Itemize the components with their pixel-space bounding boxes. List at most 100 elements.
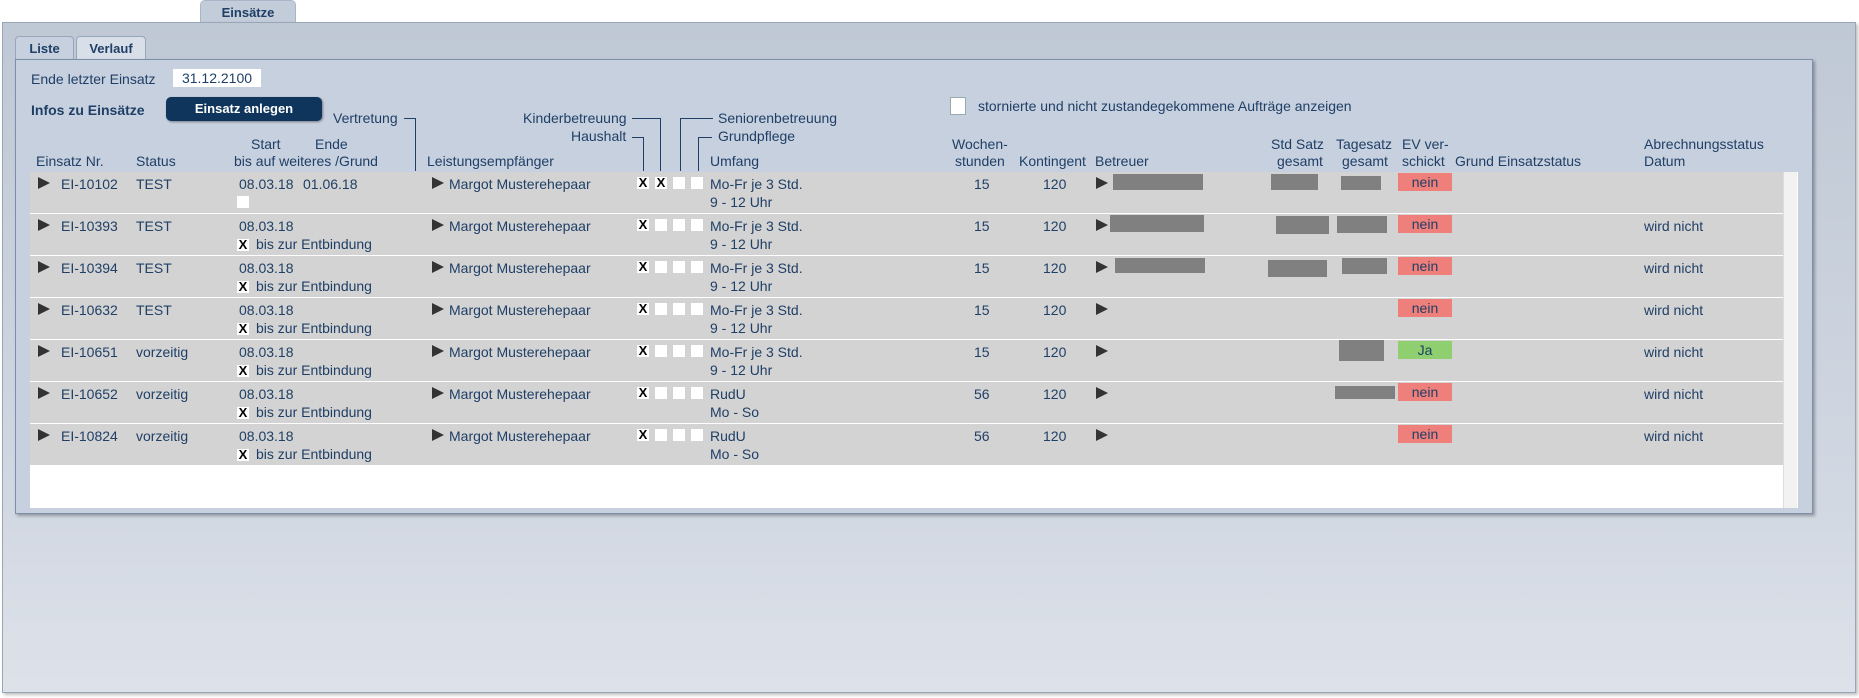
kontingent: 120	[1043, 302, 1067, 318]
table-row[interactable]: EI-10824 vorzeitig 08.03.18 X bis zur En…	[30, 424, 1783, 466]
table-row[interactable]: EI-10652 vorzeitig 08.03.18 X bis zur En…	[30, 382, 1783, 424]
ende-letzter-einsatz-value: 31.12.2100	[173, 69, 261, 87]
grund-checkbox[interactable]	[237, 196, 249, 208]
grund-checkbox[interactable]: X	[237, 280, 249, 293]
haushalt-checkbox[interactable]	[673, 303, 685, 315]
haushalt-checkbox[interactable]	[673, 261, 685, 273]
einsatz-nr[interactable]: EI-10824	[61, 428, 118, 444]
expand-betreuer-icon[interactable]	[1096, 344, 1108, 360]
expand-empfaenger-icon[interactable]	[432, 176, 444, 192]
kinderbetreuung-checkbox[interactable]: X	[637, 218, 649, 231]
table-row[interactable]: EI-10632 TEST 08.03.18 X bis zur Entbind…	[30, 298, 1783, 340]
grund-checkbox[interactable]: X	[237, 448, 249, 461]
redacted-tagessatz	[1339, 340, 1384, 361]
expand-row-icon[interactable]	[38, 260, 50, 276]
leistungsempfaenger[interactable]: Margot Musterehepaar	[449, 176, 591, 192]
expand-betreuer-icon[interactable]	[1096, 302, 1108, 318]
haushalt-checkbox[interactable]	[673, 345, 685, 357]
abrechnungsstatus: wird nicht	[1644, 386, 1704, 402]
haushalt-checkbox[interactable]	[673, 429, 685, 441]
expand-row-icon[interactable]	[38, 344, 50, 360]
tab-liste[interactable]: Liste	[15, 36, 74, 60]
table-row[interactable]: EI-10394 TEST 08.03.18 X bis zur Entbind…	[30, 256, 1783, 298]
einsatz-nr[interactable]: EI-10394	[61, 260, 118, 276]
grundpflege-checkbox[interactable]	[691, 303, 703, 315]
vertretung-checkbox[interactable]	[655, 429, 667, 441]
kontingent: 120	[1043, 344, 1067, 360]
grundpflege-checkbox[interactable]	[691, 387, 703, 399]
grundpflege-checkbox[interactable]	[691, 177, 703, 189]
expand-betreuer-icon[interactable]	[1096, 218, 1108, 234]
table-row[interactable]: EI-10651 vorzeitig 08.03.18 X bis zur En…	[30, 340, 1783, 382]
expand-row-icon[interactable]	[38, 176, 50, 192]
expand-empfaenger-icon[interactable]	[432, 344, 444, 360]
expand-empfaenger-icon[interactable]	[432, 386, 444, 402]
status: TEST	[136, 176, 172, 192]
table-row[interactable]: EI-10393 TEST 08.03.18 X bis zur Entbind…	[30, 214, 1783, 256]
einsatz-nr[interactable]: EI-10651	[61, 344, 118, 360]
kinderbetreuung-checkbox[interactable]: X	[637, 176, 649, 189]
grund-checkbox[interactable]: X	[237, 238, 249, 251]
header-kinderbetreuung: Kinderbetreuung	[523, 110, 627, 126]
kinderbetreuung-checkbox[interactable]: X	[637, 302, 649, 315]
expand-empfaenger-icon[interactable]	[432, 260, 444, 276]
vertretung-checkbox[interactable]	[655, 345, 667, 357]
einsatz-nr[interactable]: EI-10632	[61, 302, 118, 318]
haushalt-checkbox[interactable]	[673, 177, 685, 189]
leistungsempfaenger[interactable]: Margot Musterehepaar	[449, 428, 591, 444]
expand-empfaenger-icon[interactable]	[432, 428, 444, 444]
redacted-tagessatz	[1337, 216, 1387, 233]
table-row[interactable]: EI-10102 TEST 08.03.18 01.06.18 Margot M…	[30, 172, 1783, 214]
kinderbetreuung-checkbox[interactable]: X	[637, 428, 649, 441]
expand-row-icon[interactable]	[38, 218, 50, 234]
leistungsempfaenger[interactable]: Margot Musterehepaar	[449, 260, 591, 276]
expand-row-icon[interactable]	[38, 386, 50, 402]
expand-betreuer-icon[interactable]	[1096, 428, 1108, 444]
grund-checkbox[interactable]: X	[237, 322, 249, 335]
expand-empfaenger-icon[interactable]	[432, 302, 444, 318]
grund-checkbox[interactable]: X	[237, 406, 249, 419]
kinderbetreuung-checkbox[interactable]: X	[637, 260, 649, 273]
grundpflege-checkbox[interactable]	[691, 219, 703, 231]
expand-row-icon[interactable]	[38, 302, 50, 318]
haushalt-checkbox[interactable]	[673, 387, 685, 399]
tab-einsaetze[interactable]: Einsätze	[200, 0, 296, 24]
header-ev-2: schickt	[1402, 153, 1445, 169]
kinderbetreuung-checkbox[interactable]: X	[637, 344, 649, 357]
header-abrechnungsstatus: Abrechnungsstatus	[1644, 136, 1764, 152]
grundpflege-checkbox[interactable]	[691, 261, 703, 273]
einsatz-anlegen-button[interactable]: Einsatz anlegen	[166, 97, 322, 121]
start-date: 08.03.18	[239, 428, 294, 444]
leistungsempfaenger[interactable]: Margot Musterehepaar	[449, 218, 591, 234]
vertretung-checkbox[interactable]: X	[655, 176, 667, 189]
expand-row-icon[interactable]	[38, 428, 50, 444]
grundpflege-checkbox[interactable]	[691, 429, 703, 441]
vertretung-checkbox[interactable]	[655, 303, 667, 315]
einsatz-nr[interactable]: EI-10102	[61, 176, 118, 192]
einsatz-nr[interactable]: EI-10652	[61, 386, 118, 402]
storno-label: stornierte und nicht zustandegekommene A…	[978, 98, 1352, 114]
storno-checkbox[interactable]	[950, 97, 966, 115]
haushalt-checkbox[interactable]	[673, 219, 685, 231]
expand-empfaenger-icon[interactable]	[432, 218, 444, 234]
kontingent: 120	[1043, 428, 1067, 444]
tab-verlauf[interactable]: Verlauf	[76, 36, 146, 60]
vertretung-checkbox[interactable]	[655, 387, 667, 399]
table-scrollbar[interactable]	[1783, 172, 1797, 508]
expand-betreuer-icon[interactable]	[1096, 260, 1108, 276]
leistungsempfaenger[interactable]: Margot Musterehepaar	[449, 344, 591, 360]
header-wochen-2: stunden	[955, 153, 1005, 169]
vertretung-checkbox[interactable]	[655, 219, 667, 231]
leistungsempfaenger[interactable]: Margot Musterehepaar	[449, 302, 591, 318]
umfang-line-2: 9 - 12 Uhr	[710, 278, 773, 294]
umfang-line-1: Mo-Fr je 3 Std.	[710, 260, 803, 276]
vertretung-checkbox[interactable]	[655, 261, 667, 273]
grund-checkbox[interactable]: X	[237, 364, 249, 377]
ev-status-badge: nein	[1398, 383, 1452, 401]
grundpflege-checkbox[interactable]	[691, 345, 703, 357]
expand-betreuer-icon[interactable]	[1096, 386, 1108, 402]
einsatz-nr[interactable]: EI-10393	[61, 218, 118, 234]
expand-betreuer-icon[interactable]	[1096, 176, 1108, 192]
leistungsempfaenger[interactable]: Margot Musterehepaar	[449, 386, 591, 402]
kinderbetreuung-checkbox[interactable]: X	[637, 386, 649, 399]
